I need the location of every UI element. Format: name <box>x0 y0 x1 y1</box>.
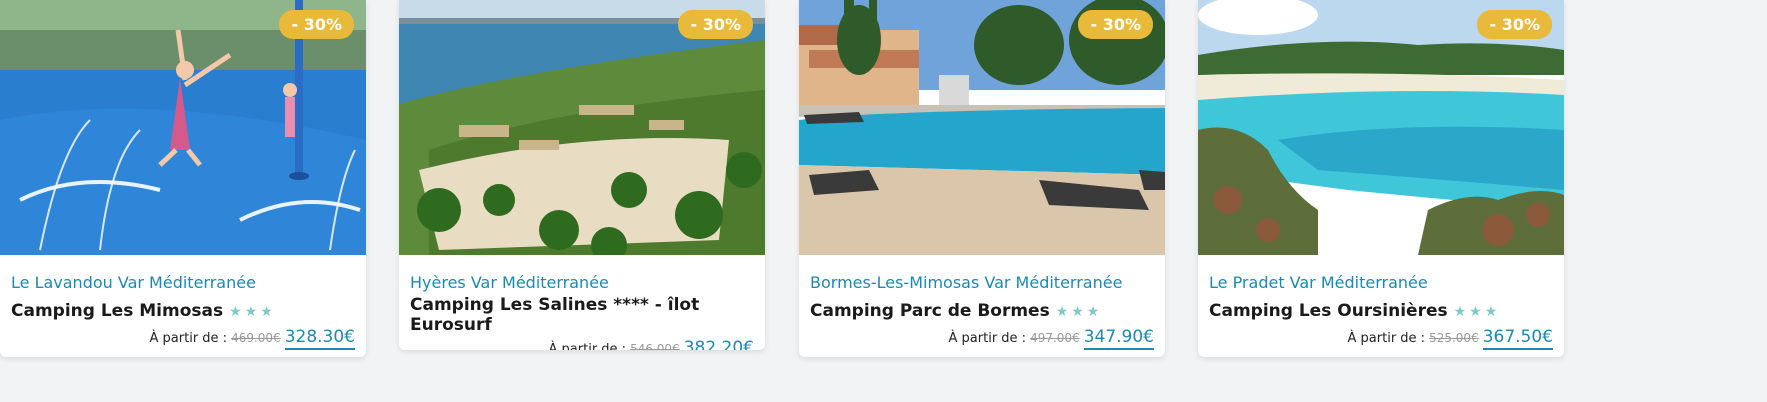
old-price: 469.00€ <box>231 331 281 345</box>
photo-swimming-pool[interactable]: - 30% <box>799 0 1165 255</box>
location-label[interactable]: Hyères Var Méditerranée <box>410 273 754 292</box>
old-price: 497.00€ <box>1030 331 1080 345</box>
photo-turquoise-cove[interactable]: - 30% <box>1198 0 1564 255</box>
new-price[interactable]: 328.30€ <box>284 327 355 350</box>
discount-badge: - 30% <box>1477 10 1552 39</box>
camping-name[interactable]: Camping Les Oursinières <box>1209 301 1448 321</box>
new-price[interactable]: 382.20€ <box>684 338 754 350</box>
star-rating: ★★★ <box>1453 303 1501 319</box>
location-label[interactable]: Le Pradet Var Méditerranée <box>1209 273 1553 292</box>
camping-name[interactable]: Camping Parc de Bormes <box>810 301 1050 321</box>
location-label[interactable]: Bormes-Les-Mimosas Var Méditerranée <box>810 273 1154 292</box>
camping-card-oursinieres[interactable]: - 30% Le Pradet Var Méditerranée Camping… <box>1198 0 1564 357</box>
from-price-label: À partir de : <box>548 342 627 350</box>
camping-card-mimosas[interactable]: - 30% Le Lavandou Var Méditerranée Campi… <box>0 0 366 357</box>
camping-card-salines[interactable]: - 30% Hyères Var Méditerranée Camping Le… <box>399 0 765 350</box>
camping-name[interactable]: Camping Les Mimosas <box>11 301 223 321</box>
camping-card-parc-de-bormes[interactable]: - 30% Bormes-Les-Mimosas Var Méditerrané… <box>799 0 1165 357</box>
camping-name[interactable]: Camping Les Salines **** - îlot Eurosurf <box>410 295 754 335</box>
photo-aerial-beach-camp[interactable]: - 30% <box>399 0 765 255</box>
photo-water-splash-pad[interactable]: - 30% <box>0 0 366 255</box>
new-price[interactable]: 367.50€ <box>1482 327 1553 350</box>
discount-badge: - 30% <box>279 10 354 39</box>
discount-badge: - 30% <box>678 10 753 39</box>
new-price[interactable]: 347.90€ <box>1083 327 1154 350</box>
discount-badge: - 30% <box>1078 10 1153 39</box>
from-price-label: À partir de : <box>149 331 228 346</box>
from-price-label: À partir de : <box>948 331 1027 346</box>
star-rating: ★★★ <box>1055 303 1103 319</box>
location-label[interactable]: Le Lavandou Var Méditerranée <box>11 273 355 292</box>
star-rating: ★★★ <box>229 303 276 319</box>
old-price: 525.00€ <box>1429 331 1479 345</box>
from-price-label: À partir de : <box>1347 331 1426 346</box>
old-price: 546.00€ <box>630 342 680 350</box>
